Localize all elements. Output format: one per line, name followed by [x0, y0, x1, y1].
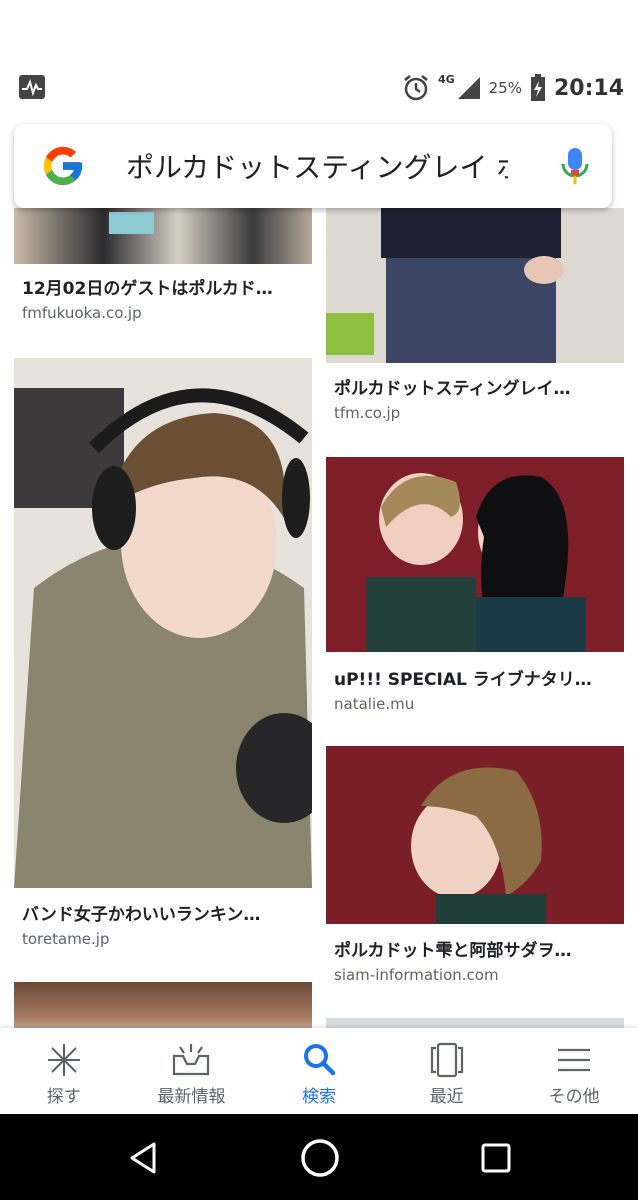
- back-icon[interactable]: [124, 1138, 164, 1178]
- result-card[interactable]: uP!!! SPECIAL ライブナタリ… natalie.mu: [326, 457, 624, 717]
- home-icon[interactable]: [298, 1136, 342, 1180]
- clock: 20:14: [553, 75, 624, 101]
- nav-recent[interactable]: 最近: [383, 1028, 511, 1114]
- result-thumbnail[interactable]: [326, 457, 624, 652]
- nav-discover[interactable]: 探す: [0, 1028, 128, 1114]
- signal-icon: [457, 77, 480, 99]
- search-input[interactable]: ポルカドットスティングレイ ポ: [126, 146, 508, 186]
- image-results-grid: 12月02日のゲストはポルカド… fmfukuoka.co.jp バンド女子かわ…: [0, 208, 638, 1028]
- result-card[interactable]: 12月02日のゲストはポルカド… fmfukuoka.co.jp: [14, 208, 312, 338]
- duo-photo: [326, 457, 624, 652]
- network-type: 4G: [437, 72, 455, 86]
- result-thumbnail[interactable]: [14, 358, 312, 888]
- outfit-photo: [326, 208, 624, 363]
- result-card[interactable]: [326, 1018, 624, 1028]
- result-thumbnail[interactable]: [326, 208, 624, 363]
- overview-icon[interactable]: [476, 1138, 516, 1178]
- recent-cards-icon: [430, 1042, 463, 1078]
- portrait-photo: [14, 358, 312, 888]
- nav-label: その他: [548, 1087, 600, 1107]
- nav-label: 検索: [301, 1087, 336, 1107]
- result-source: tfm.co.jp: [334, 404, 401, 422]
- nav-updates[interactable]: 最新情報: [128, 1028, 256, 1114]
- updates-tray-icon: [173, 1044, 210, 1076]
- result-card[interactable]: ポルカドットスティングレイ… tfm.co.jp: [326, 208, 624, 438]
- nav-label: 探す: [46, 1087, 81, 1107]
- result-card[interactable]: ポルカドット雫と阿部サダヲ… siam-information.com: [326, 746, 624, 996]
- result-source: fmfukuoka.co.jp: [22, 304, 142, 322]
- result-thumbnail[interactable]: [326, 1018, 624, 1028]
- nav-label: 最近: [429, 1087, 464, 1107]
- profile-photo: [326, 746, 624, 924]
- result-thumbnail[interactable]: [326, 746, 624, 924]
- result-card[interactable]: [14, 982, 312, 1028]
- activity-icon: [19, 75, 45, 99]
- nav-more[interactable]: その他: [510, 1028, 638, 1114]
- result-thumbnail[interactable]: [14, 982, 312, 1028]
- alarm-icon: [404, 75, 428, 101]
- nav-search[interactable]: 検索: [255, 1028, 383, 1114]
- result-card[interactable]: バンド女子かわいいランキン… toretame.jp: [14, 358, 312, 958]
- bottom-navigation: 探す 最新情報 検索 最近 その他: [0, 1028, 638, 1114]
- mic-icon[interactable]: [560, 146, 590, 186]
- result-title[interactable]: uP!!! SPECIAL ライブナタリ…: [334, 665, 624, 690]
- google-logo[interactable]: [40, 143, 86, 189]
- discover-asterisk-icon: [47, 1044, 80, 1076]
- result-thumbnail[interactable]: [14, 208, 312, 264]
- status-bar: 4G 25% 20:14: [0, 0, 638, 118]
- menu-icon: [558, 1048, 591, 1072]
- system-navigation-bar: [0, 1114, 638, 1200]
- result-title[interactable]: バンド女子かわいいランキン…: [22, 900, 312, 925]
- result-source: siam-information.com: [334, 966, 499, 984]
- search-bar[interactable]: ポルカドットスティングレイ ポ: [14, 124, 612, 208]
- battery-percent: 25%: [488, 79, 522, 97]
- result-title[interactable]: 12月02日のゲストはポルカド…: [22, 274, 312, 299]
- battery-charging-icon: [530, 74, 545, 101]
- result-title[interactable]: ポルカドット雫と阿部サダヲ…: [334, 936, 624, 961]
- result-title[interactable]: ポルカドットスティングレイ…: [334, 374, 624, 399]
- search-icon: [303, 1044, 336, 1076]
- nav-label: 最新情報: [157, 1087, 226, 1107]
- result-source: natalie.mu: [334, 695, 415, 713]
- result-source: toretame.jp: [22, 930, 110, 948]
